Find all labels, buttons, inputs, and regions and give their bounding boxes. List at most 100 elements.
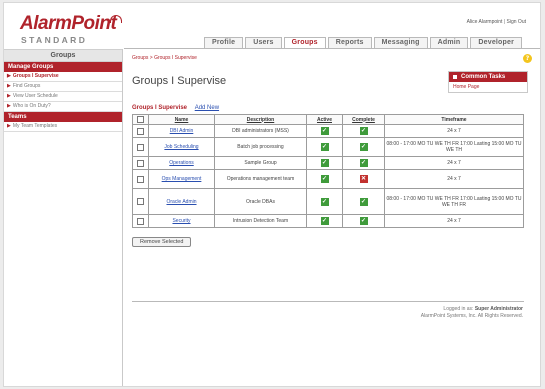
arrow-right-icon: ▶ [7,123,11,129]
sidebar-item-my-team-templates[interactable]: ▶ My Team Templates [4,122,122,132]
check-icon: ✓ [320,159,329,167]
arrow-right-icon: ▶ [7,83,11,89]
group-description: Batch job processing [214,137,307,157]
table-row: Oracle Admin Oracle DBAs ✓ ✓ 08:00 - 17:… [132,188,524,215]
group-description: DBI administrators (MSS) [214,124,307,138]
cross-icon: ✕ [359,175,368,183]
help-icon[interactable]: ? [523,54,532,63]
select-all-header[interactable] [132,114,149,125]
row-checkbox[interactable] [137,175,144,183]
table-row: Job Scheduling Batch job processing ✓ ✓ … [132,137,524,157]
tab-admin[interactable]: Admin [429,37,469,48]
check-icon: ✓ [359,127,368,135]
row-select-cell [132,214,149,228]
row-checkbox[interactable] [137,198,144,205]
check-icon: ✓ [320,143,329,151]
footer-divider [132,301,524,302]
check-icon: ✓ [359,197,368,206]
tab-developer[interactable]: Developer [470,37,523,48]
sidebar-item-view-user-schedule[interactable]: ▶ View User Schedule [4,92,122,102]
group-timeframe: 24 x 7 [384,156,524,170]
app-window: AlarmPoint STANDARD Alice Alarmpoint | S… [3,2,541,387]
row-select-cell [132,169,149,189]
row-checkbox[interactable] [137,143,144,151]
active-cell: ✓ [306,169,343,189]
row-select-cell [132,124,149,138]
square-bullet-icon [453,75,457,79]
group-timeframe: 24 x 7 [384,169,524,189]
groups-subheading-label: Groups I Supervise [132,105,188,111]
sidebar-item-label: My Team Templates [12,123,58,129]
group-timeframe: 08:00 - 17:00 MO TU WE TH FR 17:00 Lasti… [384,137,524,157]
logo-text: AlarmPoint [20,13,117,34]
tab-profile[interactable]: Profile [204,37,244,48]
group-description: Sample Group [214,156,307,170]
alarmpoint-logo[interactable]: AlarmPoint STANDARD [20,13,125,47]
group-timeframe: 24 x 7 [384,214,524,228]
tab-reports[interactable]: Reports [327,37,372,48]
logo-edition: STANDARD [21,35,88,45]
row-select-cell [132,188,149,215]
breadcrumb[interactable]: Groups > Groups I Supervise [132,55,524,61]
sidebar-item-groups-i-supervise[interactable]: ▶ Groups I Supervise [4,72,122,82]
common-tasks-heading: Common Tasks [449,72,527,82]
complete-cell: ✓ [342,188,385,215]
active-cell: ✓ [306,137,343,157]
tab-baseline [124,48,540,49]
group-description: Oracle DBAs [214,188,307,215]
select-all-checkbox[interactable] [137,116,144,123]
group-timeframe: 08:00 - 17:00 MO TU WE TH FR 17:00 Lasti… [384,188,524,215]
group-description: Intrusion Detection Team [214,214,307,228]
sidebar-item-label: View User Schedule [12,93,58,99]
remove-selected-button[interactable]: Remove Selected [132,237,192,247]
active-cell: ✓ [306,214,343,228]
check-icon: ✓ [320,197,329,206]
group-name-link[interactable]: Job Scheduling [148,137,215,157]
sidebar-item-label: Find Groups [12,83,41,89]
user-bar-separator: | [503,19,506,25]
arrow-right-icon: ▶ [7,93,11,99]
column-header-description[interactable]: Description [214,114,307,125]
common-task-home-page[interactable]: Home Page [449,82,527,92]
footer: Logged in as: Super Administrator AlarmP… [421,306,523,320]
sidebar-item-who-is-on-duty[interactable]: ▶ Who is On Duty? [4,102,122,112]
row-checkbox[interactable] [137,127,144,135]
arrow-right-icon: ▶ [7,103,11,109]
sidebar-item-find-groups[interactable]: ▶ Find Groups [4,82,122,92]
row-checkbox[interactable] [137,217,144,225]
footer-login-user: Super Administrator [474,306,523,312]
column-header-active[interactable]: Active [306,114,343,125]
group-name-link[interactable]: Ops Management [148,169,215,189]
group-name-link[interactable]: Operations [148,156,215,170]
complete-cell: ✓ [342,156,385,170]
group-timeframe: 24 x 7 [384,124,524,138]
group-name-link[interactable]: Security [148,214,215,228]
column-header-complete[interactable]: Complete [342,114,385,125]
tab-messaging[interactable]: Messaging [373,37,428,48]
tab-users[interactable]: Users [245,37,282,48]
tab-groups[interactable]: Groups [283,37,326,48]
sidebar-item-label: Groups I Supervise [12,73,59,79]
table-header-row: Name Description Active Complete Timefra… [132,114,524,125]
table-row: Operations Sample Group ✓ ✓ 24 x 7 [132,156,524,170]
check-icon: ✓ [359,143,368,151]
column-header-name[interactable]: Name [148,114,215,125]
common-tasks-panel: Common Tasks Home Page [448,71,528,93]
group-name-link[interactable]: Oracle Admin [148,188,215,215]
user-name-link[interactable]: Alice Alarmpoint [467,19,503,25]
footer-login-line: Logged in as: Super Administrator [421,306,523,313]
check-icon: ✓ [359,217,368,225]
check-icon: ✓ [320,217,329,225]
user-bar: Alice Alarmpoint | Sign Out [467,19,526,25]
sidebar-section-teams: Teams [4,112,122,122]
group-name-link[interactable]: DBI Admin [148,124,215,138]
check-icon: ✓ [320,175,329,183]
row-checkbox[interactable] [137,159,144,167]
main-content: Groups > Groups I Supervise ? Groups I S… [132,54,532,247]
common-tasks-title: Common Tasks [461,74,506,80]
logo-arc-icon [110,15,122,23]
add-new-link[interactable]: Add New [195,105,219,111]
main-tabs: Profile Users Groups Reports Messaging A… [204,37,523,48]
sidebar-section-manage-groups: Manage Groups [4,62,122,72]
sign-out-link[interactable]: Sign Out [507,19,526,25]
